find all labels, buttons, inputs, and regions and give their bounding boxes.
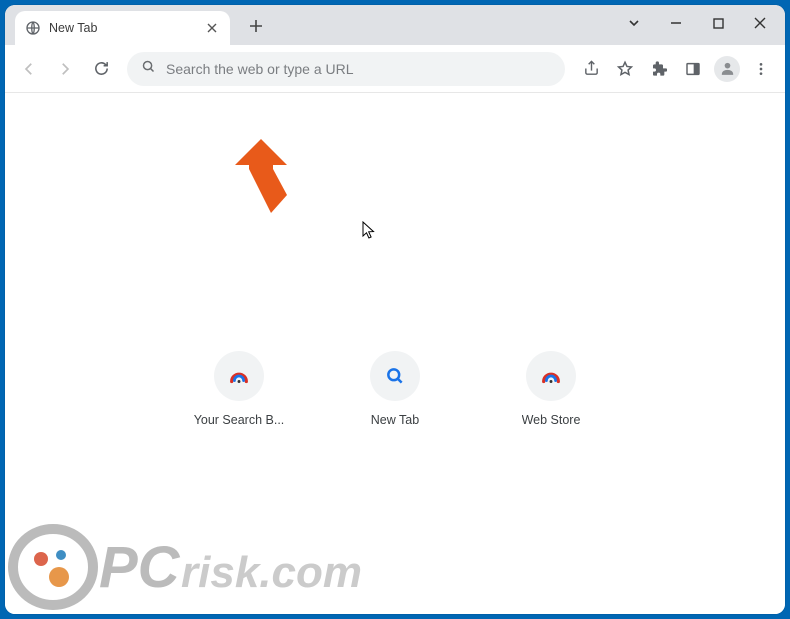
globe-icon	[25, 20, 41, 36]
browser-window: New Tab	[5, 5, 785, 614]
page-content: Your Search B... New Tab Web Store	[5, 93, 785, 614]
browser-tab[interactable]: New Tab	[15, 11, 230, 45]
address-bar[interactable]	[127, 52, 565, 86]
profile-button[interactable]	[711, 53, 743, 85]
svg-text:PC: PC	[99, 535, 181, 600]
watermark-prefix: PC	[99, 535, 181, 600]
svg-text:risk.com: risk.com	[181, 548, 362, 597]
reload-button[interactable]	[85, 53, 117, 85]
watermark-logo: PC risk.com	[7, 507, 367, 614]
shortcut-label: Your Search B...	[194, 413, 285, 427]
close-window-button[interactable]	[739, 8, 781, 38]
tab-search-chevron-icon[interactable]	[613, 8, 655, 38]
search-icon	[141, 59, 156, 79]
toolbar	[5, 45, 785, 93]
shortcut-your-search[interactable]: Your Search B...	[191, 351, 287, 427]
extensions-icon[interactable]	[643, 53, 675, 85]
address-input[interactable]	[166, 61, 551, 77]
bookmark-star-icon[interactable]	[609, 53, 641, 85]
titlebar: New Tab	[5, 5, 785, 45]
maximize-button[interactable]	[697, 8, 739, 38]
annotation-arrow-icon	[235, 139, 305, 218]
watermark-suffix: risk.com	[181, 548, 362, 597]
share-icon[interactable]	[575, 53, 607, 85]
avatar-icon	[714, 56, 740, 82]
shortcut-label: New Tab	[371, 413, 419, 427]
menu-icon[interactable]	[745, 53, 777, 85]
minimize-button[interactable]	[655, 8, 697, 38]
new-tab-button[interactable]	[243, 13, 269, 39]
back-button[interactable]	[13, 53, 45, 85]
forward-button[interactable]	[49, 53, 81, 85]
shortcut-icon	[370, 351, 420, 401]
side-panel-icon[interactable]	[677, 53, 709, 85]
shortcut-icon	[214, 351, 264, 401]
shortcut-web-store[interactable]: Web Store	[503, 351, 599, 427]
shortcut-icon	[526, 351, 576, 401]
toolbar-right	[575, 53, 777, 85]
shortcut-new-tab[interactable]: New Tab	[347, 351, 443, 427]
window-controls	[613, 5, 781, 41]
tab-title: New Tab	[49, 21, 196, 35]
shortcut-row: Your Search B... New Tab Web Store	[191, 351, 599, 427]
shortcut-label: Web Store	[522, 413, 581, 427]
close-tab-icon[interactable]	[204, 20, 220, 36]
mouse-cursor-icon	[362, 221, 376, 244]
